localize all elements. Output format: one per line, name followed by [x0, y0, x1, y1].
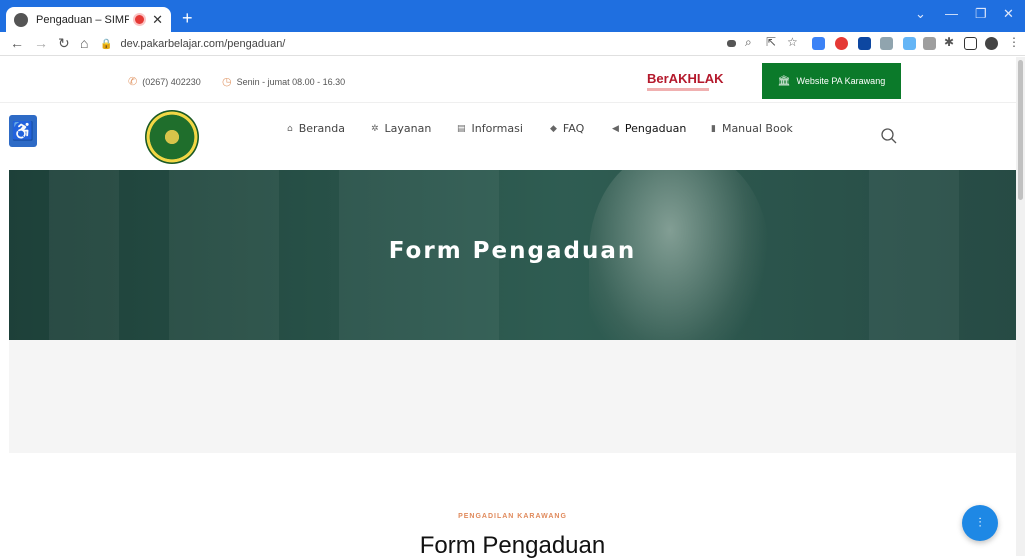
home-icon: ⌂ — [287, 123, 293, 134]
tab-title: Pengaduan – SIMPELIN – Pe — [36, 13, 130, 26]
back-icon[interactable]: ← — [10, 35, 24, 51]
share-icon[interactable]: ⇱ — [766, 35, 776, 49]
contact-hours: ◷ Senin - jumat 08.00 - 16.30 — [222, 75, 345, 88]
nav-item-beranda[interactable]: ⌂ Beranda — [287, 122, 345, 135]
hero-banner: Form Pengaduan — [9, 170, 1016, 340]
nav-item-informasi[interactable]: ▤ Informasi — [457, 122, 523, 135]
extension-s-icon[interactable] — [903, 37, 916, 50]
audio-wave-icon: ⫶ — [978, 515, 982, 530]
lock-icon: 🔒 — [100, 38, 113, 50]
puzzle-icon[interactable]: ✱ — [944, 35, 954, 49]
nav-item-manual-book[interactable]: ▮ Manual Book — [711, 122, 793, 135]
close-tab-icon[interactable]: ✕ — [152, 12, 163, 28]
hours-text: Senin - jumat 08.00 - 16.30 — [236, 76, 346, 87]
restore-button[interactable]: ❐ — [975, 6, 987, 22]
forward-icon[interactable]: → — [34, 35, 48, 51]
new-tab-button[interactable]: + — [182, 8, 193, 29]
globe-icon — [14, 12, 28, 27]
browser-toolbar: ← → ↻ ⌂ 🔒 dev.pakarbelajar.com/pengaduan… — [0, 32, 1025, 56]
hero-title: Form Pengaduan — [388, 238, 637, 264]
recording-icon — [135, 15, 145, 24]
tab-search-icon[interactable]: ⌄ — [915, 6, 926, 22]
url-text: dev.pakarbelajar.com/pengaduan/ — [120, 38, 286, 50]
accessibility-button[interactable]: ♿ — [9, 115, 37, 147]
content-spacer — [9, 340, 1016, 453]
nav-item-label: Manual Book — [721, 122, 793, 135]
nav-item-pengaduan[interactable]: ◀ Pengaduan — [612, 122, 686, 135]
camera-icon[interactable] — [727, 40, 736, 47]
nav-item-label: FAQ — [562, 122, 585, 135]
reload-icon[interactable]: ↻ — [58, 35, 70, 52]
book-icon: ▮ — [711, 123, 716, 134]
close-window-button[interactable]: ✕ — [1003, 6, 1014, 22]
berakhlak-logo-tagline — [647, 88, 709, 91]
extension-doc-icon[interactable] — [880, 37, 893, 50]
search-icon[interactable] — [880, 127, 898, 145]
home-button-icon[interactable]: ⌂ — [80, 35, 88, 51]
contact-phone: ✆ (0267) 402230 — [128, 75, 201, 88]
zoom-icon[interactable]: ⌕ — [745, 35, 752, 50]
extension-opera-icon[interactable] — [835, 37, 848, 50]
voice-assistant-button[interactable]: ⫶ — [962, 505, 998, 541]
address-bar[interactable]: 🔒 dev.pakarbelajar.com/pengaduan/ — [100, 35, 720, 53]
megaphone-icon: ◀ — [612, 123, 619, 134]
website-pa-button[interactable]: 🏛 Website PA Karawang — [762, 63, 901, 99]
chat-icon: ◆ — [550, 123, 557, 134]
profile-avatar[interactable] — [985, 37, 998, 50]
nav-item-layanan[interactable]: ✲ Layanan — [371, 122, 431, 135]
website-pa-label: Website PA Karawang — [796, 76, 886, 86]
browser-tab[interactable]: Pengaduan – SIMPELIN – Pe ✕ — [6, 7, 171, 32]
extension-square-icon[interactable] — [923, 37, 936, 50]
browser-tabstrip: Pengaduan – SIMPELIN – Pe ✕ + ⌄ — ❐ ✕ — [0, 0, 1025, 32]
minimize-button[interactable]: — — [945, 6, 958, 21]
nav-item-label: Informasi — [471, 122, 523, 135]
bookmark-star-icon[interactable]: ☆ — [787, 35, 798, 49]
berakhlak-logo: BerAKHLAK — [647, 71, 724, 86]
site-logo[interactable] — [145, 110, 199, 164]
wheelchair-icon: ♿ — [11, 120, 35, 141]
phone-text: (0267) 402230 — [142, 76, 201, 87]
phone-icon: ✆ — [128, 76, 138, 88]
info-icon: ▤ — [457, 123, 466, 134]
side-panel-icon[interactable] — [964, 37, 977, 50]
clock-icon: ◷ — [222, 76, 232, 88]
more-menu-icon[interactable]: ⋮ — [1008, 35, 1020, 49]
extension-translate-icon[interactable] — [812, 37, 825, 50]
extension-grad-icon[interactable] — [858, 37, 871, 50]
nav-item-label: Pengaduan — [624, 122, 687, 135]
building-icon: 🏛 — [777, 75, 791, 87]
section-kicker: PENGADILAN KARAWANG — [458, 513, 567, 520]
scrollbar-thumb[interactable] — [1018, 60, 1023, 200]
nav-item-label: Layanan — [384, 122, 432, 135]
nav-item-label: Beranda — [298, 122, 345, 135]
nav-item-faq[interactable]: ◆ FAQ — [550, 122, 584, 135]
gear-icon: ✲ — [371, 123, 379, 134]
